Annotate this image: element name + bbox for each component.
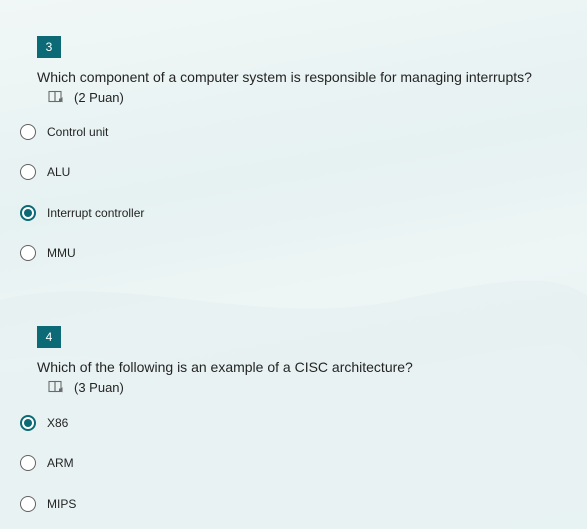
points-label: (3 Puan) bbox=[74, 379, 124, 395]
option-alu[interactable]: ALU bbox=[20, 162, 70, 182]
option-label: ARM bbox=[47, 456, 74, 470]
immersive-reader-icon[interactable] bbox=[48, 90, 64, 104]
question-points: (2 Puan) bbox=[48, 88, 124, 106]
radio-button[interactable] bbox=[20, 455, 36, 471]
points-label: (2 Puan) bbox=[74, 89, 124, 105]
question-number-badge: 4 bbox=[37, 326, 61, 348]
radio-button[interactable] bbox=[20, 124, 36, 140]
option-x86[interactable]: X86 bbox=[20, 413, 68, 433]
option-label: MIPS bbox=[47, 497, 77, 511]
option-label: X86 bbox=[47, 416, 69, 430]
option-mmu[interactable]: MMU bbox=[20, 243, 76, 263]
option-mips[interactable]: MIPS bbox=[20, 494, 76, 514]
radio-button[interactable] bbox=[20, 496, 36, 512]
radio-button[interactable] bbox=[20, 164, 36, 180]
question-number-badge: 3 bbox=[37, 36, 61, 58]
option-label: ALU bbox=[47, 165, 71, 179]
option-label: Interrupt controller bbox=[47, 206, 145, 220]
option-label: Control unit bbox=[47, 125, 109, 139]
option-arm[interactable]: ARM bbox=[20, 453, 74, 473]
question-text: Which of the following is an example of … bbox=[37, 359, 413, 375]
option-interrupt-controller[interactable]: Interrupt controller bbox=[20, 203, 144, 223]
radio-button[interactable] bbox=[20, 245, 36, 261]
option-label: MMU bbox=[47, 246, 76, 260]
radio-button-selected[interactable] bbox=[20, 415, 36, 431]
question-text: Which component of a computer system is … bbox=[37, 69, 532, 85]
immersive-reader-icon[interactable] bbox=[48, 380, 64, 394]
option-control-unit[interactable]: Control unit bbox=[20, 122, 108, 142]
question-points: (3 Puan) bbox=[48, 378, 124, 396]
radio-button-selected[interactable] bbox=[20, 205, 36, 221]
